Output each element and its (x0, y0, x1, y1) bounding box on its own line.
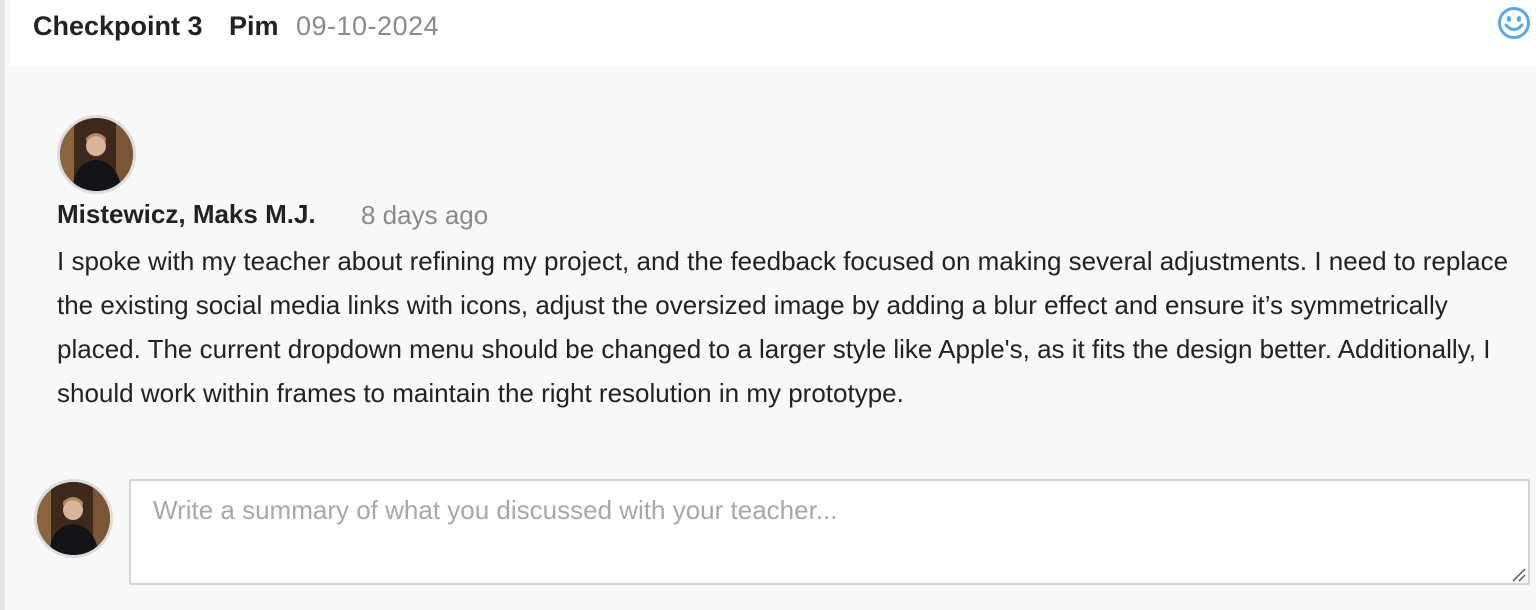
avatar (57, 115, 136, 194)
checkpoint-author: Pim (229, 11, 279, 41)
checkpoint-header: Checkpoint 3 Pim 09-10-2024 (10, 0, 1536, 66)
comment-timestamp: 8 days ago (361, 200, 489, 230)
summary-textarea[interactable] (129, 479, 1530, 585)
checkpoint-panel: Checkpoint 3 Pim 09-10-2024 Mistewicz, M… (0, 0, 1536, 610)
resize-handle-icon[interactable] (1510, 566, 1526, 582)
smiley-icon[interactable] (1497, 6, 1531, 40)
avatar (34, 479, 113, 558)
comment-author: Mistewicz, Maks M.J. (57, 199, 316, 229)
comment-body: I spoke with my teacher about refining m… (57, 246, 1509, 408)
checkpoint-date: 09-10-2024 (296, 11, 440, 41)
checkpoint-title: Checkpoint 3 (33, 11, 203, 41)
